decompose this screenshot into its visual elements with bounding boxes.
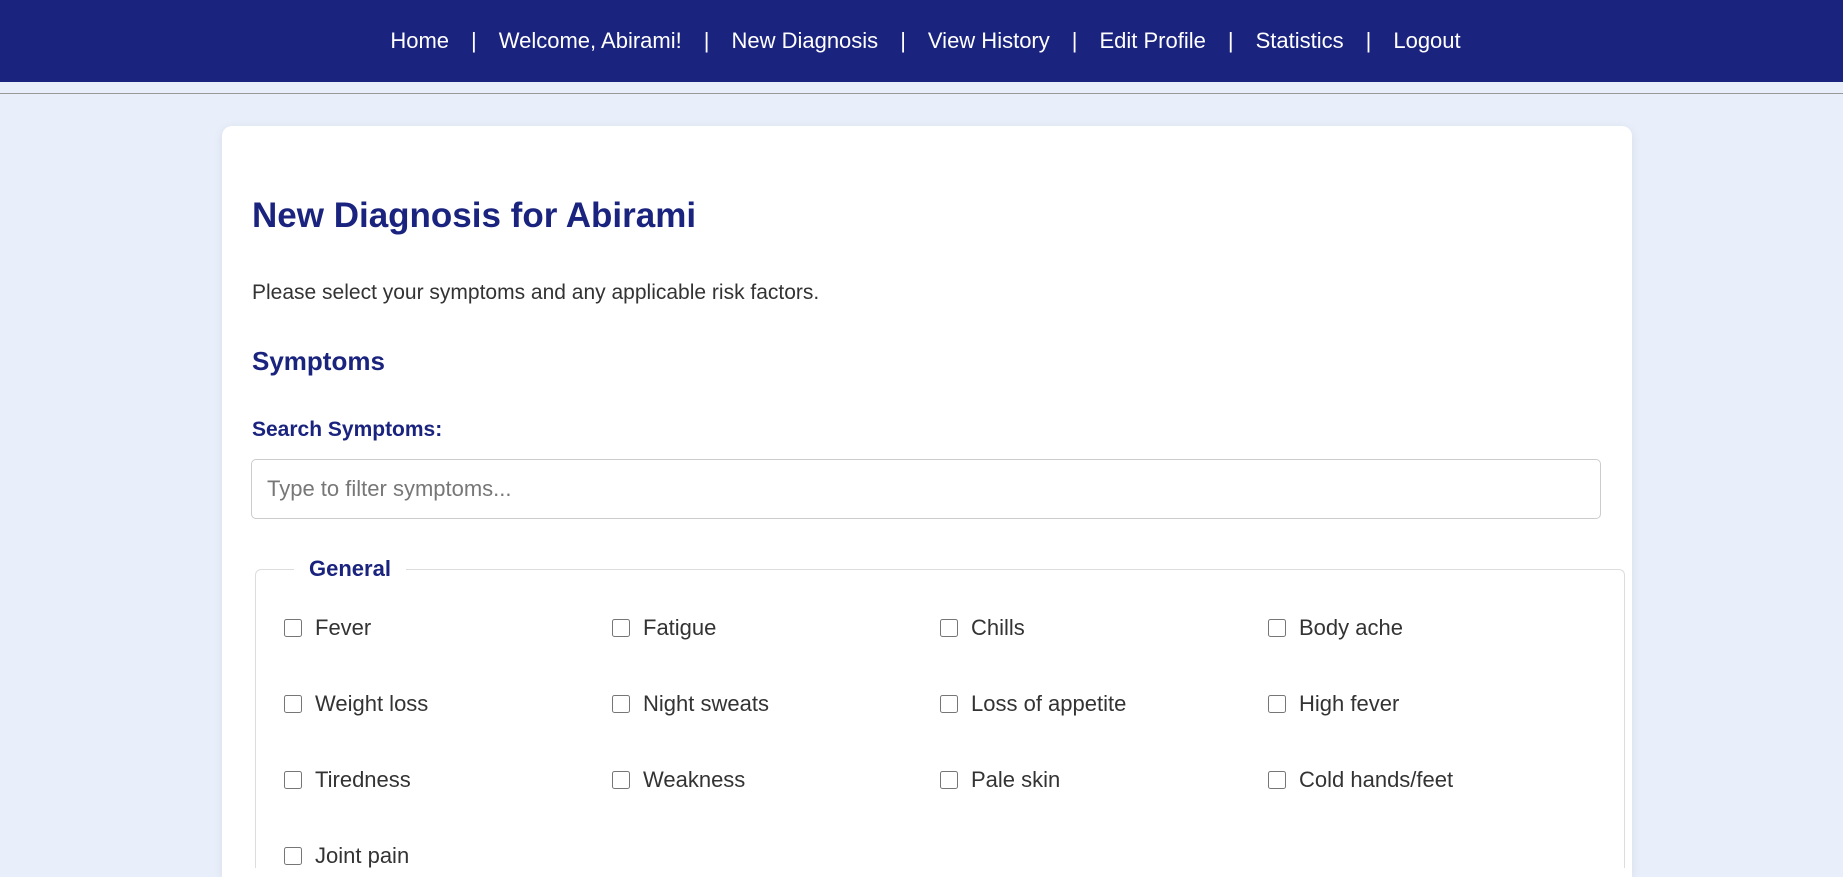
nav-separator: | (1365, 28, 1372, 53)
symptoms-heading: Symptoms (252, 346, 385, 376)
symptom-label: High fever (1299, 691, 1400, 716)
divider (0, 93, 1843, 94)
symptom-checkbox[interactable] (284, 695, 302, 713)
nav-separator: | (471, 28, 477, 53)
symptom-option[interactable]: Loss of appetite (940, 691, 1268, 716)
nav-separator: | (900, 28, 906, 53)
symptom-checkbox[interactable] (1268, 771, 1286, 789)
symptom-checkbox[interactable] (940, 619, 958, 637)
diagnosis-card: New Diagnosis for Abirami Please select … (222, 126, 1632, 877)
symptom-checkbox[interactable] (940, 771, 958, 789)
symptom-option[interactable]: Chills (940, 615, 1268, 640)
symptom-label: Chills (971, 615, 1025, 640)
symptom-label: Fever (315, 615, 372, 640)
symptom-option[interactable]: Body ache (1268, 615, 1596, 640)
nav-view-history[interactable]: View History (928, 28, 1050, 54)
symptom-label: Tiredness (315, 767, 411, 792)
nav-welcome[interactable]: Welcome, Abirami! (499, 28, 682, 54)
symptom-checkbox[interactable] (612, 771, 630, 789)
symptom-checkbox[interactable] (940, 695, 958, 713)
symptom-label: Pale skin (971, 767, 1061, 792)
symptom-option[interactable]: Pale skin (940, 767, 1268, 792)
symptom-label: Joint pain (315, 843, 410, 868)
page-title: New Diagnosis for Abirami (252, 196, 697, 235)
symptom-checkbox[interactable] (284, 847, 302, 865)
symptom-label: Cold hands/feet (1299, 767, 1454, 792)
symptom-option[interactable]: Tiredness (284, 767, 612, 792)
nav-edit-profile[interactable]: Edit Profile (1099, 28, 1205, 54)
nav-logout[interactable]: Logout (1393, 28, 1460, 54)
symptom-option[interactable]: Weakness (612, 767, 940, 792)
nav-new-diagnosis[interactable]: New Diagnosis (731, 28, 878, 54)
symptom-label: Body ache (1299, 615, 1403, 640)
symptom-checkbox[interactable] (1268, 619, 1286, 637)
symptom-checkbox[interactable] (284, 619, 302, 637)
symptom-option[interactable]: Weight loss (284, 691, 612, 716)
search-label: Search Symptoms: (252, 418, 443, 441)
symptom-checkbox[interactable] (284, 771, 302, 789)
nav-separator: | (703, 28, 710, 53)
general-symptoms-group: General Fever Fatigue Chills Body ache Weigh… (255, 556, 1625, 868)
symptom-search-input[interactable] (251, 459, 1601, 519)
intro-text: Please select your symptoms and any appl… (252, 281, 820, 304)
symptom-label: Weight loss (315, 691, 429, 716)
symptom-checkbox[interactable] (612, 695, 630, 713)
symptom-option[interactable]: Fever (284, 615, 612, 640)
top-nav: Home | Welcome, Abirami! | New Diagnosis | … (0, 0, 1843, 82)
nav-separator: | (1227, 28, 1234, 53)
symptom-checkbox[interactable] (1268, 695, 1286, 713)
symptom-option[interactable]: Joint pain (284, 843, 612, 868)
symptom-label: Weakness (643, 767, 746, 792)
symptom-label: Loss of appetite (971, 691, 1127, 716)
symptom-option[interactable]: Fatigue (612, 615, 940, 640)
symptom-option[interactable]: Night sweats (612, 691, 940, 716)
symptom-label: Fatigue (643, 615, 717, 640)
symptom-grid: Fever Fatigue Chills Body ache Weight loss Ni… (284, 615, 1596, 868)
symptom-option[interactable]: High fever (1268, 691, 1596, 716)
symptom-label: Night sweats (643, 691, 769, 716)
nav-separator: | (1071, 28, 1078, 53)
nav-home[interactable]: Home (390, 28, 449, 54)
symptom-option[interactable]: Cold hands/feet (1268, 767, 1596, 792)
symptom-checkbox[interactable] (612, 619, 630, 637)
nav-statistics[interactable]: Statistics (1256, 28, 1344, 54)
group-legend: General (309, 556, 391, 581)
